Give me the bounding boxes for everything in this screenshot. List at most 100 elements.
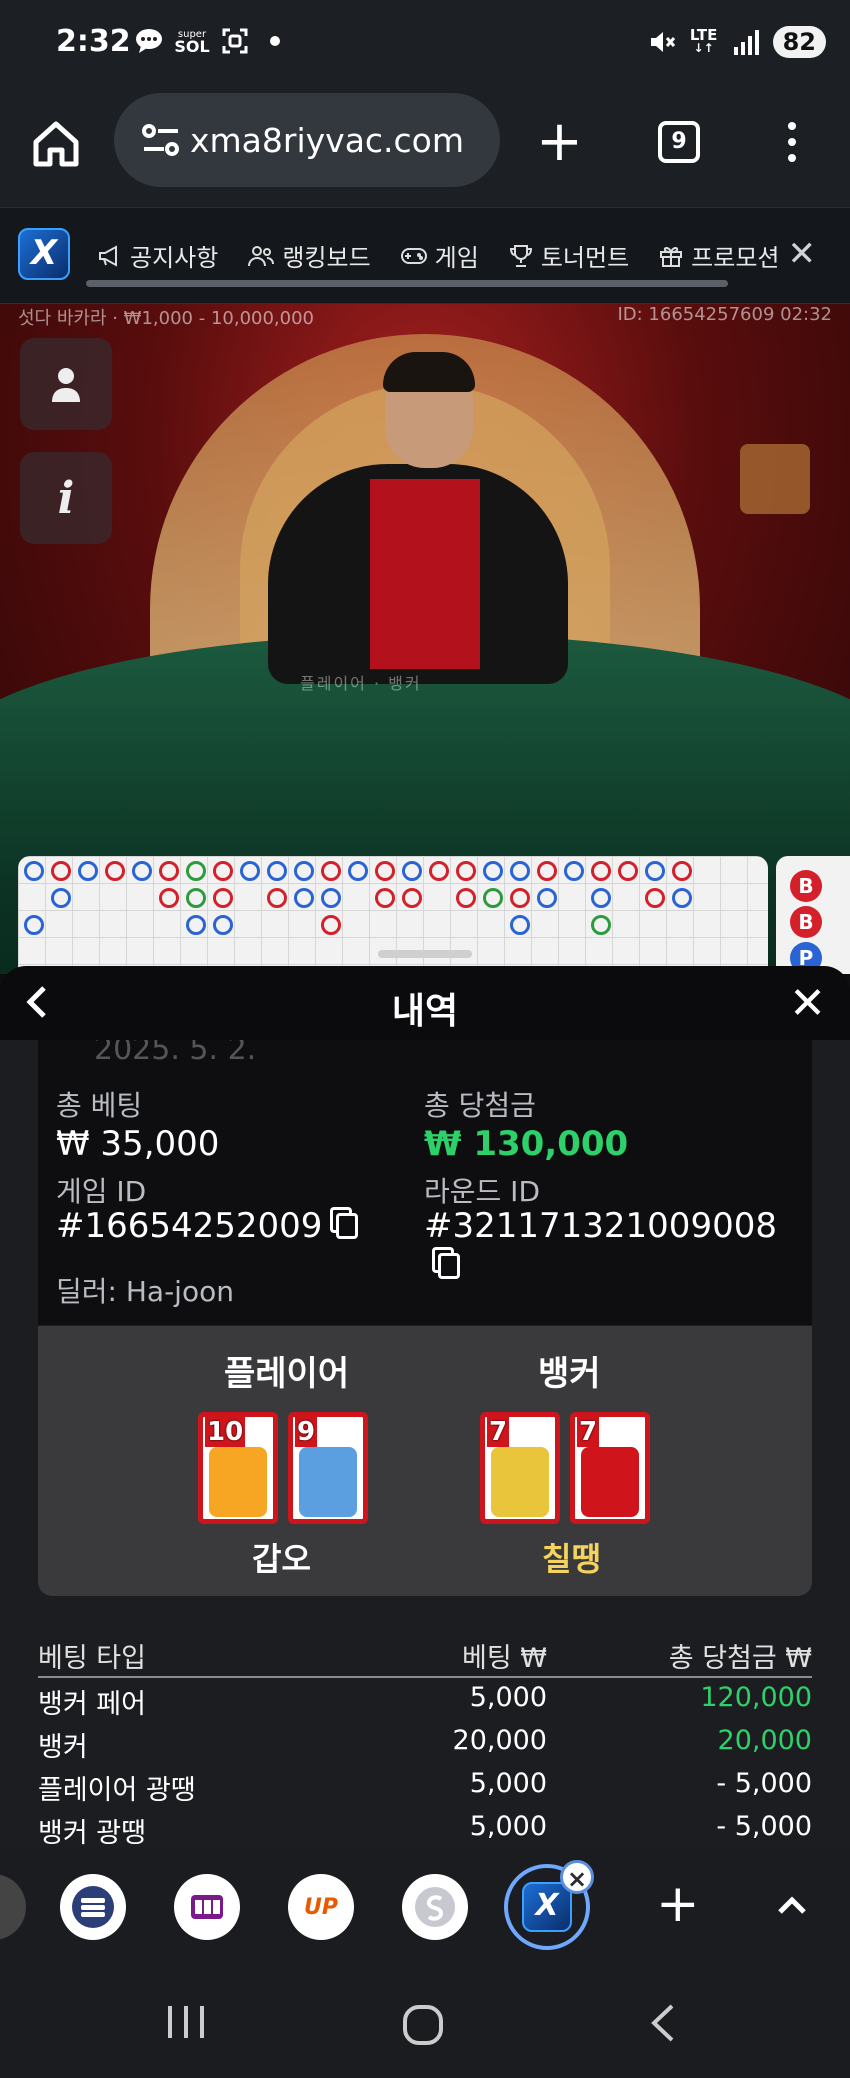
deer-decoration xyxy=(740,444,810,514)
address-bar[interactable]: xma8riyvac.com xyxy=(114,93,500,187)
round-date: 2025. 5. 2. xyxy=(94,1040,257,1067)
round-id-value: #321171321009008 xyxy=(424,1206,777,1246)
table-marking: 플레이어 · 뱅커 xyxy=(300,674,422,693)
nav-item-ranking[interactable]: 랭킹보드 xyxy=(248,238,371,273)
card-number: 7 xyxy=(487,1417,510,1447)
close-button[interactable]: ✕ xyxy=(789,978,826,1029)
back-icon xyxy=(651,2004,674,2042)
gamepad-icon xyxy=(400,247,427,264)
bet-amount: 5,000 xyxy=(469,1811,547,1842)
site-nav: X 공지사항 랭킹보드 게임 토너먼트 프로모션 ✕ xyxy=(0,208,850,304)
add-app-button[interactable]: + xyxy=(656,1876,700,1932)
road-marker xyxy=(375,861,395,881)
total-win-label: 총 당첨금 xyxy=(424,1089,536,1122)
col-bet-type: 베팅 타입 xyxy=(38,1643,146,1674)
road-marker xyxy=(348,861,368,881)
total-bet-value: ₩ 35,000 xyxy=(56,1124,220,1164)
dock-app-4[interactable] xyxy=(402,1874,468,1940)
road-marker xyxy=(645,861,665,881)
bet-amount: 20,000 xyxy=(452,1725,547,1756)
dock-app-3[interactable]: UP xyxy=(288,1874,354,1940)
site-logo[interactable]: X xyxy=(18,228,70,280)
road-marker xyxy=(186,888,206,908)
users-icon xyxy=(248,245,275,266)
new-tab-button[interactable]: + xyxy=(536,114,583,170)
dealer-hair xyxy=(383,352,475,392)
round-summary: 2025. 5. 2. 총 베팅 ₩ 35,000 총 당첨금 ₩ 130,00… xyxy=(38,1040,812,1325)
user-icon xyxy=(52,368,80,402)
megaphone-icon xyxy=(99,244,117,267)
nav-item-notice[interactable]: 공지사항 xyxy=(98,238,218,273)
road-marker xyxy=(159,861,179,881)
dock-app-2[interactable] xyxy=(174,1874,240,1940)
copy-round-id-icon[interactable] xyxy=(438,1253,460,1279)
chevron-up-icon xyxy=(778,1896,806,1914)
card-number: 9 xyxy=(295,1417,318,1447)
sheet-drag-handle[interactable] xyxy=(378,950,472,958)
back-nav-button[interactable] xyxy=(648,2002,678,2048)
dealer-shirt xyxy=(370,479,480,669)
nav-label-notice: 공지사항 xyxy=(130,244,219,272)
road-marker xyxy=(510,861,530,881)
road-marker xyxy=(51,861,71,881)
card-art xyxy=(491,1447,549,1517)
profile-button[interactable] xyxy=(20,338,112,430)
round-id-row: #321171321009008 xyxy=(424,1206,812,1286)
nav-item-promotion[interactable]: 프로모션 xyxy=(659,238,779,273)
browser-toolbar: xma8riyvac.com + 9 xyxy=(0,88,850,208)
round-info: ID: 16654257609 02:32 xyxy=(617,304,832,325)
nav-close-button[interactable]: ✕ xyxy=(788,234,817,274)
road-marker xyxy=(456,861,476,881)
road-marker xyxy=(483,861,503,881)
win-amount: 20,000 xyxy=(717,1725,812,1756)
history-sheet-body: 2025. 5. 2. 총 베팅 ₩ 35,000 총 당첨금 ₩ 130,00… xyxy=(0,1040,850,1848)
game-id-row: #16654252009 xyxy=(56,1206,359,1246)
nav-item-games[interactable]: 게임 xyxy=(400,238,479,273)
card-art xyxy=(581,1447,639,1517)
road-marker xyxy=(402,861,422,881)
close-app-badge[interactable]: × xyxy=(560,1860,594,1894)
home-icon xyxy=(33,121,79,167)
banker-card-2: 7 xyxy=(570,1412,650,1524)
table-row: 플레이어 광땡 5,000 - 5,000 xyxy=(38,1764,812,1807)
road-marker xyxy=(672,861,692,881)
nav-scrollbar[interactable] xyxy=(86,280,728,287)
bead-banker: B xyxy=(790,906,822,938)
road-marker xyxy=(591,861,611,881)
game-id-value: #16654252009 xyxy=(56,1206,323,1246)
nav-item-tournament[interactable]: 토너먼트 xyxy=(509,238,629,273)
site-settings-icon[interactable] xyxy=(142,123,180,157)
bet-amount: 5,000 xyxy=(469,1768,547,1799)
road-marker xyxy=(24,915,44,935)
road-marker xyxy=(510,915,530,935)
road-marker xyxy=(375,888,395,908)
road-marker xyxy=(537,861,557,881)
tab-switcher-button[interactable]: 9 xyxy=(658,121,700,163)
recent-apps-button[interactable] xyxy=(166,2004,206,2044)
road-marker xyxy=(294,888,314,908)
road-marker xyxy=(159,888,179,908)
home-button[interactable] xyxy=(30,118,82,170)
road-marker xyxy=(24,861,44,881)
bet-type: 뱅커 페어 xyxy=(38,1689,146,1720)
road-marker xyxy=(132,861,152,881)
nav-label-promotion: 프로모션 xyxy=(691,244,780,272)
copy-game-id-icon[interactable] xyxy=(336,1213,359,1239)
s-logo-icon xyxy=(415,1887,455,1927)
home-nav-button[interactable] xyxy=(402,2004,444,2050)
info-icon: i xyxy=(57,472,75,524)
super-sol-icon: super SOL xyxy=(174,26,210,56)
status-time: 2:32 xyxy=(56,24,131,59)
url-text[interactable]: xma8riyvac.com xyxy=(190,121,490,160)
player-title: 플레이어 xyxy=(224,1354,350,1394)
dock-app-partial[interactable] xyxy=(0,1874,26,1940)
expand-dock-button[interactable] xyxy=(774,1888,810,1924)
nav-items: 공지사항 랭킹보드 게임 토너먼트 프로모션 xyxy=(98,238,779,273)
card-number: 7 xyxy=(577,1417,600,1447)
nav-label-games: 게임 xyxy=(434,244,479,272)
road-marker xyxy=(321,888,341,908)
browser-menu-button[interactable] xyxy=(784,118,800,168)
bet-type: 플레이어 광땡 xyxy=(38,1775,196,1806)
info-button[interactable]: i xyxy=(20,452,112,544)
dock-app-1[interactable] xyxy=(60,1874,126,1940)
